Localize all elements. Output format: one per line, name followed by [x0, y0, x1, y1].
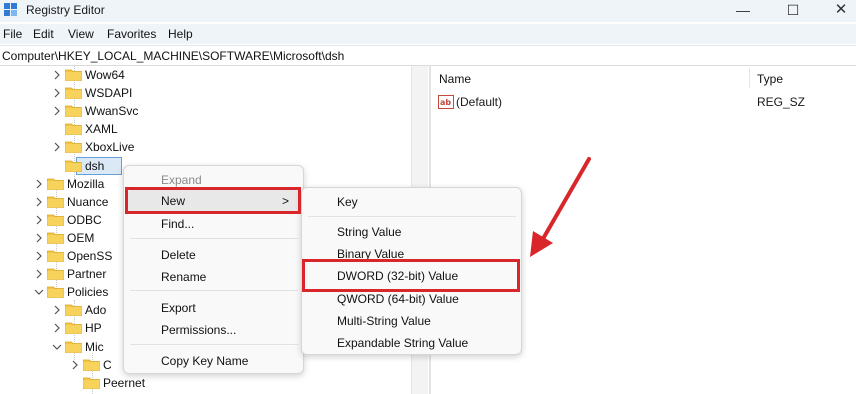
tree-item-label: Peernet	[103, 376, 146, 390]
chevron-right-icon[interactable]	[34, 250, 44, 262]
chevron-down-icon[interactable]	[34, 286, 44, 298]
folder-icon	[65, 159, 82, 172]
registry-editor-app-icon	[4, 3, 17, 16]
close-button[interactable]: ✕	[818, 0, 856, 22]
tree-item-peernet[interactable]: Peernet	[0, 374, 410, 392]
chevron-right-icon[interactable]	[52, 322, 62, 334]
tree-item-label: Mic	[85, 340, 104, 354]
address-bar[interactable]: Computer\HKEY_LOCAL_MACHINE\SOFTWARE\Mic…	[0, 45, 856, 66]
menu-item-delete[interactable]: Delete	[161, 248, 196, 262]
tree-item-label: XAML	[85, 122, 118, 136]
folder-icon	[65, 140, 82, 153]
tree-item-label: Mozilla	[67, 177, 105, 191]
menu-separator	[308, 216, 516, 217]
value-type[interactable]: REG_SZ	[757, 95, 805, 109]
folder-icon	[65, 122, 82, 135]
annotation-box-dword	[302, 259, 520, 292]
svg-text:ab: ab	[440, 98, 451, 107]
chevron-right-icon[interactable]	[34, 268, 44, 280]
chevron-right-icon[interactable]	[52, 141, 62, 153]
tree-item-label: Policies	[67, 285, 109, 299]
folder-icon	[83, 376, 100, 389]
chevron-right-icon[interactable]	[34, 214, 44, 226]
folder-icon	[47, 267, 64, 280]
menu-file[interactable]: File	[3, 27, 22, 41]
chevron-down-icon[interactable]	[52, 341, 62, 353]
submenu-item-string-value[interactable]: String Value	[337, 225, 401, 239]
tree-item-label: Ado	[85, 303, 107, 317]
tree-item-label: ODBC	[67, 213, 102, 227]
value-name[interactable]: (Default)	[456, 95, 502, 109]
tree-item-label: WSDAPI	[85, 86, 133, 100]
string-value-icon: ab	[438, 95, 454, 109]
folder-icon	[65, 86, 82, 99]
menu-item-find[interactable]: Find...	[161, 217, 194, 231]
tree-item-label: OpenSS	[67, 249, 113, 263]
chevron-right-icon[interactable]	[52, 105, 62, 117]
menu-edit[interactable]: Edit	[33, 27, 54, 41]
tree-item-label: Nuance	[67, 195, 109, 209]
menu-view[interactable]: View	[68, 27, 94, 41]
chevron-right-icon[interactable]	[52, 87, 62, 99]
folder-icon	[47, 213, 64, 226]
folder-icon	[47, 249, 64, 262]
menu-item-export[interactable]: Export	[161, 301, 196, 315]
column-separator[interactable]	[749, 68, 750, 88]
chevron-right-icon[interactable]	[34, 178, 44, 190]
tree-item-wsdapi[interactable]: WSDAPI	[0, 84, 410, 102]
maximize-button[interactable]: ☐	[770, 0, 816, 22]
menu-item-rename[interactable]: Rename	[161, 270, 206, 284]
tree-item-label: XboxLive	[85, 140, 135, 154]
folder-icon	[65, 340, 82, 353]
chevron-right-icon[interactable]	[52, 69, 62, 81]
submenu-item-key[interactable]: Key	[337, 195, 358, 209]
tree-item-xboxlive[interactable]: XboxLive	[0, 138, 410, 156]
tree-item-xaml[interactable]: XAML	[0, 120, 410, 138]
folder-icon	[83, 358, 100, 371]
menu-favorites[interactable]: Favorites	[107, 27, 156, 41]
menu-separator	[130, 290, 298, 291]
tree-item-label: HP	[85, 321, 102, 335]
folder-icon	[47, 177, 64, 190]
minimize-button[interactable]: —	[720, 0, 766, 22]
tree-item-label: WwanSvc	[85, 104, 139, 118]
submenu-item-qword-value[interactable]: QWORD (64-bit) Value	[337, 292, 459, 306]
chevron-right-icon[interactable]	[34, 232, 44, 244]
annotation-arrow-icon	[530, 157, 591, 257]
address-path[interactable]: Computer\HKEY_LOCAL_MACHINE\SOFTWARE\Mic…	[2, 49, 344, 63]
title-bar: Registry Editor — ☐ ✕	[0, 0, 856, 22]
folder-icon	[47, 195, 64, 208]
submenu-item-multi-string-value[interactable]: Multi-String Value	[337, 314, 431, 328]
chevron-right-icon[interactable]	[52, 304, 62, 316]
tree-item-label: C	[103, 358, 112, 372]
menu-bar: File Edit View Favorites Help	[0, 24, 856, 44]
folder-icon	[65, 104, 82, 117]
folder-icon	[65, 68, 82, 81]
tree-item-label: Wow64	[85, 68, 125, 82]
tree-item-label: OEM	[67, 231, 95, 245]
tree-item-wow64[interactable]: Wow64	[0, 66, 410, 84]
tree-item-label: dsh	[85, 159, 105, 173]
annotation-box-new	[125, 187, 301, 214]
folder-icon	[47, 285, 64, 298]
menu-help[interactable]: Help	[168, 27, 193, 41]
folder-icon	[65, 303, 82, 316]
tree-item-label: Partner	[67, 267, 107, 281]
menu-item-permissions[interactable]: Permissions...	[161, 323, 236, 337]
chevron-right-icon[interactable]	[34, 196, 44, 208]
column-header-name[interactable]: Name	[439, 72, 471, 86]
window-title: Registry Editor	[26, 3, 105, 17]
menu-separator	[130, 238, 298, 239]
submenu-item-expandable-string-value[interactable]: Expandable String Value	[337, 336, 468, 350]
menu-item-expand: Expand	[161, 173, 202, 187]
folder-icon	[47, 231, 64, 244]
menu-separator	[130, 344, 298, 345]
tree-item-wwansvc[interactable]: WwanSvc	[0, 102, 410, 120]
menu-item-copy-key-name[interactable]: Copy Key Name	[161, 354, 248, 368]
chevron-right-icon[interactable]	[70, 359, 80, 371]
folder-icon	[65, 321, 82, 334]
column-header-type[interactable]: Type	[757, 72, 783, 86]
